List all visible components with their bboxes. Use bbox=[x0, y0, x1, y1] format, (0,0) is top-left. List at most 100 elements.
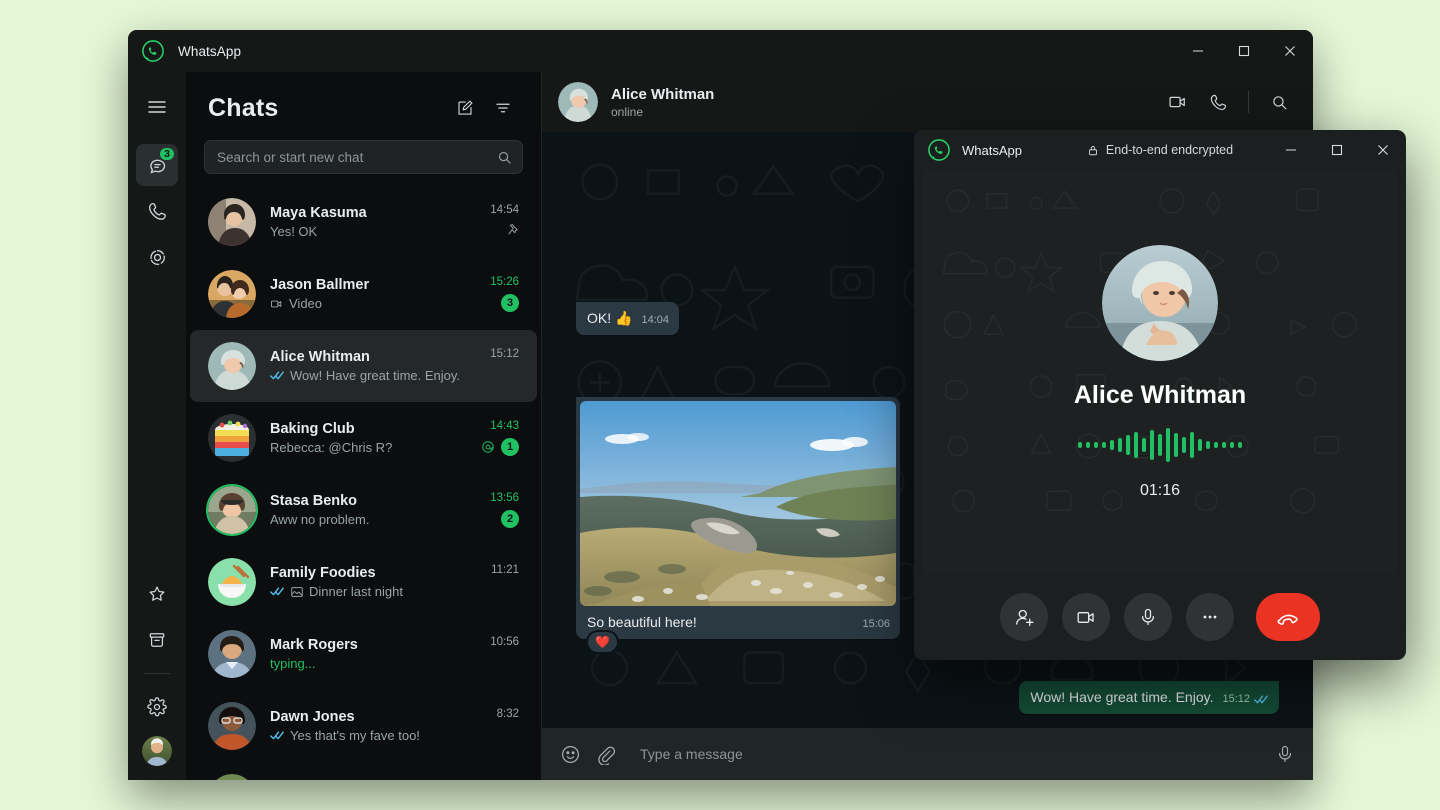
voice-call-window: WhatsApp End-to-end endcrypted bbox=[914, 130, 1406, 660]
chat-list-item[interactable]: Ziggy Woodley8:12 bbox=[190, 762, 537, 780]
call-maximize-button[interactable] bbox=[1314, 130, 1360, 170]
call-close-button[interactable] bbox=[1360, 130, 1406, 170]
chat-preview: Yes! OK bbox=[270, 224, 469, 239]
call-window-app-name: WhatsApp bbox=[962, 143, 1022, 158]
chat-timestamp: 15:12 bbox=[490, 348, 519, 360]
microphone-icon[interactable] bbox=[1275, 744, 1295, 764]
search-container bbox=[186, 132, 541, 184]
window-controls bbox=[1175, 30, 1313, 72]
search-messages-button[interactable] bbox=[1263, 86, 1295, 118]
end-call-button[interactable] bbox=[1256, 593, 1320, 641]
avatar bbox=[208, 486, 256, 534]
video-camera-icon bbox=[270, 297, 284, 311]
minimize-button[interactable] bbox=[1175, 30, 1221, 72]
waveform-bar bbox=[1102, 442, 1106, 448]
call-contact-name: Alice Whitman bbox=[1074, 381, 1246, 410]
message-text: Wow! Have great time. Enjoy. bbox=[1030, 689, 1213, 705]
chat-list-item[interactable]: Stasa BenkoAww no problem.13:562 bbox=[190, 474, 537, 546]
rail-item-calls[interactable] bbox=[136, 190, 178, 232]
chat-preview: typing... bbox=[270, 656, 469, 671]
encryption-notice: End-to-end endcrypted bbox=[1087, 143, 1233, 157]
chat-list[interactable]: Maya KasumaYes! OK14:54 Jason BallmerVid… bbox=[186, 184, 541, 780]
chat-markers: 3 bbox=[501, 294, 519, 312]
rail-item-status[interactable] bbox=[136, 236, 178, 278]
waveform-bar bbox=[1198, 439, 1202, 451]
emoji-smiley-icon[interactable] bbox=[560, 744, 581, 765]
audio-waveform bbox=[1078, 428, 1242, 462]
avatar bbox=[208, 774, 256, 780]
waveform-bar bbox=[1214, 442, 1218, 448]
rail-item-starred[interactable] bbox=[136, 573, 178, 615]
add-participant-button[interactable] bbox=[1000, 593, 1048, 641]
call-window-titlebar: WhatsApp End-to-end endcrypted bbox=[914, 130, 1406, 170]
message-reaction[interactable]: ❤️ bbox=[586, 630, 619, 654]
avatar bbox=[208, 342, 256, 390]
rail-item-archived[interactable] bbox=[136, 619, 178, 661]
chat-preview-text: Yes! OK bbox=[270, 224, 317, 239]
toggle-mic-button[interactable] bbox=[1124, 593, 1172, 641]
chat-list-item[interactable]: Baking ClubRebecca: @Chris R?14:431 bbox=[190, 402, 537, 474]
message-bubble[interactable]: So beautiful here! 15:06 ❤️ bbox=[576, 397, 900, 639]
waveform-bar bbox=[1110, 440, 1114, 450]
chat-list-item[interactable]: Alice WhitmanWow! Have great time. Enjoy… bbox=[190, 330, 537, 402]
chat-list-item[interactable]: Maya KasumaYes! OK14:54 bbox=[190, 186, 537, 258]
waveform-bar bbox=[1142, 438, 1146, 452]
chat-preview-text: Dinner last night bbox=[309, 584, 403, 599]
profile-avatar[interactable] bbox=[142, 736, 172, 766]
chat-preview: Dinner last night bbox=[270, 584, 469, 599]
image-caption-row: So beautiful here! 15:06 bbox=[580, 606, 896, 635]
chat-list-item[interactable]: Dawn JonesYes that's my fave too!8:32 bbox=[190, 690, 537, 762]
hamburger-menu-icon[interactable] bbox=[136, 86, 178, 128]
unread-badge: 1 bbox=[501, 438, 519, 456]
waveform-bar bbox=[1134, 432, 1138, 458]
paperclip-icon[interactable] bbox=[595, 744, 616, 765]
waveform-bar bbox=[1230, 442, 1234, 448]
waveform-bar bbox=[1078, 442, 1082, 448]
toggle-video-button[interactable] bbox=[1062, 593, 1110, 641]
filter-chats-button[interactable] bbox=[487, 92, 519, 124]
call-minimize-button[interactable] bbox=[1268, 130, 1314, 170]
message-bubble[interactable]: OK! 👍 14:04 bbox=[576, 302, 679, 335]
avatar bbox=[208, 198, 256, 246]
message-row: Wow! Have great time. Enjoy. 15:12 bbox=[576, 681, 1279, 714]
message-time: 15:06 bbox=[862, 617, 890, 632]
message-time: 14:04 bbox=[641, 313, 669, 328]
lock-icon bbox=[1087, 144, 1099, 157]
waveform-bar bbox=[1086, 442, 1090, 448]
search-box[interactable] bbox=[204, 140, 523, 174]
search-input[interactable] bbox=[217, 150, 497, 165]
chat-preview-text: Wow! Have great time. Enjoy. bbox=[290, 368, 460, 383]
message-input[interactable] bbox=[630, 746, 1261, 762]
chat-list-header: Chats bbox=[186, 72, 541, 132]
more-options-button[interactable] bbox=[1186, 593, 1234, 641]
chat-name: Stasa Benko bbox=[270, 493, 469, 509]
chat-markers bbox=[505, 222, 519, 240]
chat-list-item[interactable]: Mark Rogerstyping...10:56 bbox=[190, 618, 537, 690]
rail-item-settings[interactable] bbox=[136, 686, 178, 728]
message-bubble[interactable]: Wow! Have great time. Enjoy. 15:12 bbox=[1019, 681, 1279, 714]
chat-list-item[interactable]: Family FoodiesDinner last night11:21 bbox=[190, 546, 537, 618]
new-chat-button[interactable] bbox=[449, 92, 481, 124]
whatsapp-logo-icon bbox=[142, 40, 164, 62]
chat-name: Baking Club bbox=[270, 421, 469, 437]
waveform-bar bbox=[1238, 442, 1242, 448]
maximize-button[interactable] bbox=[1221, 30, 1267, 72]
voice-call-button[interactable] bbox=[1202, 86, 1234, 118]
rail-item-chats[interactable]: 3 bbox=[136, 144, 178, 186]
unread-badge: 2 bbox=[501, 510, 519, 528]
waveform-bar bbox=[1158, 434, 1162, 456]
video-call-button[interactable] bbox=[1162, 86, 1194, 118]
chat-timestamp: 14:54 bbox=[490, 204, 519, 216]
encryption-text: End-to-end endcrypted bbox=[1106, 143, 1233, 157]
call-stage: Alice Whitman 01:16 bbox=[922, 170, 1398, 574]
message-image[interactable] bbox=[580, 401, 896, 606]
waveform-bar bbox=[1150, 430, 1154, 460]
contact-avatar[interactable] bbox=[558, 82, 598, 122]
header-divider bbox=[1248, 91, 1249, 113]
search-icon bbox=[497, 150, 512, 165]
chat-list-item[interactable]: Jason BallmerVideo15:263 bbox=[190, 258, 537, 330]
photo-icon bbox=[290, 585, 304, 599]
chat-timestamp: 15:26 bbox=[490, 276, 519, 288]
close-button[interactable] bbox=[1267, 30, 1313, 72]
call-duration: 01:16 bbox=[1140, 482, 1180, 500]
